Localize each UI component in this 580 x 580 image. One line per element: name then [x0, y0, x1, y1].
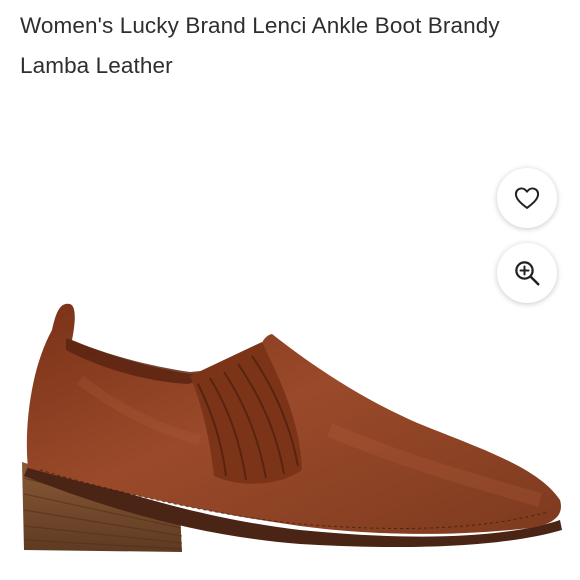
zoom-in-icon: [515, 261, 540, 286]
product-title: Women's Lucky Brand Lenci Ankle Boot Bra…: [20, 13, 500, 78]
product-image: [22, 303, 562, 552]
heart-icon: [514, 187, 540, 209]
zoom-button[interactable]: [497, 243, 557, 303]
favorite-button[interactable]: [497, 168, 557, 228]
